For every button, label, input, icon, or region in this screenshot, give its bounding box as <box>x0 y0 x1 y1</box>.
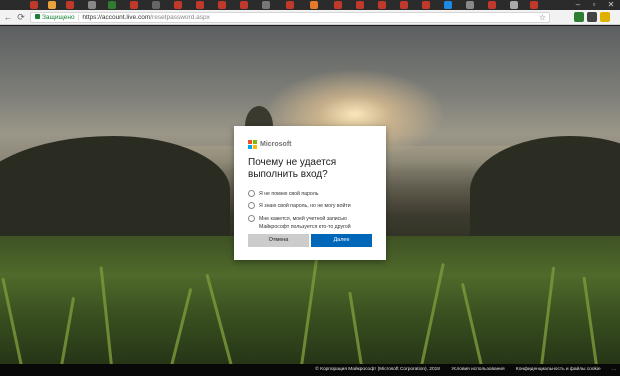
extension-shield-icon[interactable] <box>574 12 584 22</box>
browser-tab[interactable] <box>488 1 496 9</box>
microsoft-logo-icon <box>248 140 257 149</box>
grass-blade <box>460 282 483 364</box>
privacy-link[interactable]: Конфиденциальность и файлы cookie <box>516 367 601 372</box>
extension-chat-icon[interactable] <box>587 12 597 22</box>
url-host: https://account.live.com <box>82 14 151 21</box>
radio-button[interactable] <box>248 202 255 209</box>
browser-tab[interactable] <box>240 1 248 9</box>
cancel-button[interactable]: Отмена <box>248 234 309 247</box>
browser-tab[interactable] <box>356 1 364 9</box>
radio-button[interactable] <box>248 215 255 222</box>
back-icon[interactable]: ← <box>2 11 14 23</box>
grass-blade <box>205 273 233 364</box>
browser-tab[interactable] <box>286 1 294 9</box>
brand-name: Microsoft <box>260 141 292 148</box>
grass-blade <box>420 262 445 364</box>
browser-tab[interactable] <box>262 1 270 9</box>
extension-n-icon[interactable] <box>600 12 610 22</box>
browser-tab[interactable] <box>88 1 96 9</box>
browser-tab[interactable] <box>174 1 182 9</box>
grass-blade <box>170 288 193 364</box>
bookmark-star-icon[interactable]: ☆ <box>539 13 546 22</box>
browser-tab[interactable] <box>152 1 160 9</box>
browser-tab[interactable] <box>310 1 318 9</box>
grass-blade <box>582 276 598 364</box>
browser-tab[interactable] <box>444 1 452 9</box>
option-label: Я не помню свой пароль <box>259 190 319 197</box>
next-button[interactable]: Далее <box>311 234 372 247</box>
browser-tab[interactable] <box>30 1 38 9</box>
page-footer: © Корпорация Майкрософт (Microsoft Corpo… <box>0 364 620 376</box>
browser-tab[interactable] <box>400 1 408 9</box>
url-path: /resetpassword.aspx <box>150 14 210 21</box>
browser-tab[interactable] <box>48 1 56 9</box>
terms-link[interactable]: Условия использования <box>451 367 504 372</box>
reload-icon[interactable]: ⟳ <box>15 11 27 23</box>
secure-label: Защищено <box>42 14 75 21</box>
url-text: https://account.live.com/resetpassword.a… <box>82 14 210 21</box>
tab-strip: – ▫ ✕ <box>0 0 620 10</box>
maximize-icon[interactable]: ▫ <box>586 0 602 10</box>
browser-tab[interactable] <box>510 1 518 9</box>
browser-toolbar: ← ⟳ Защищено | https://account.live.com/re… <box>0 10 620 25</box>
grass-blade <box>540 266 556 364</box>
grass-blade <box>60 296 76 364</box>
address-bar[interactable]: Защищено | https://account.live.com/resetp… <box>30 12 550 23</box>
browser-tab[interactable] <box>378 1 386 9</box>
option-label: Мне кажется, моей учетной записью Майкро… <box>259 215 351 230</box>
grass-blade <box>300 256 319 364</box>
radio-button[interactable] <box>248 190 255 197</box>
close-icon[interactable]: ✕ <box>603 0 619 10</box>
browser-tab[interactable] <box>334 1 342 9</box>
browser-tab[interactable] <box>218 1 226 9</box>
separator: | <box>77 14 80 21</box>
browser-tab[interactable] <box>130 1 138 9</box>
browser-tab[interactable] <box>422 1 430 9</box>
browser-tab[interactable] <box>466 1 474 9</box>
option-label: Я знаю свой пароль, но не могу войти <box>259 202 351 209</box>
grass-blade <box>1 277 23 364</box>
grass-blade <box>99 266 113 364</box>
browser-tab[interactable] <box>66 1 74 9</box>
copyright-text: © Корпорация Майкрософт (Microsoft Corpo… <box>315 367 440 372</box>
grass-blade <box>348 291 363 364</box>
minimize-icon[interactable]: – <box>570 0 586 10</box>
browser-tab[interactable] <box>196 1 204 9</box>
browser-tab[interactable] <box>108 1 116 9</box>
more-link[interactable]: ... <box>612 367 616 372</box>
dialog-title: Почему не удается выполнить вход? <box>248 157 337 180</box>
lock-icon <box>35 13 40 19</box>
browser-tab[interactable] <box>530 1 538 9</box>
signin-help-dialog: Microsoft Почему не удается выполнить вх… <box>234 126 386 260</box>
